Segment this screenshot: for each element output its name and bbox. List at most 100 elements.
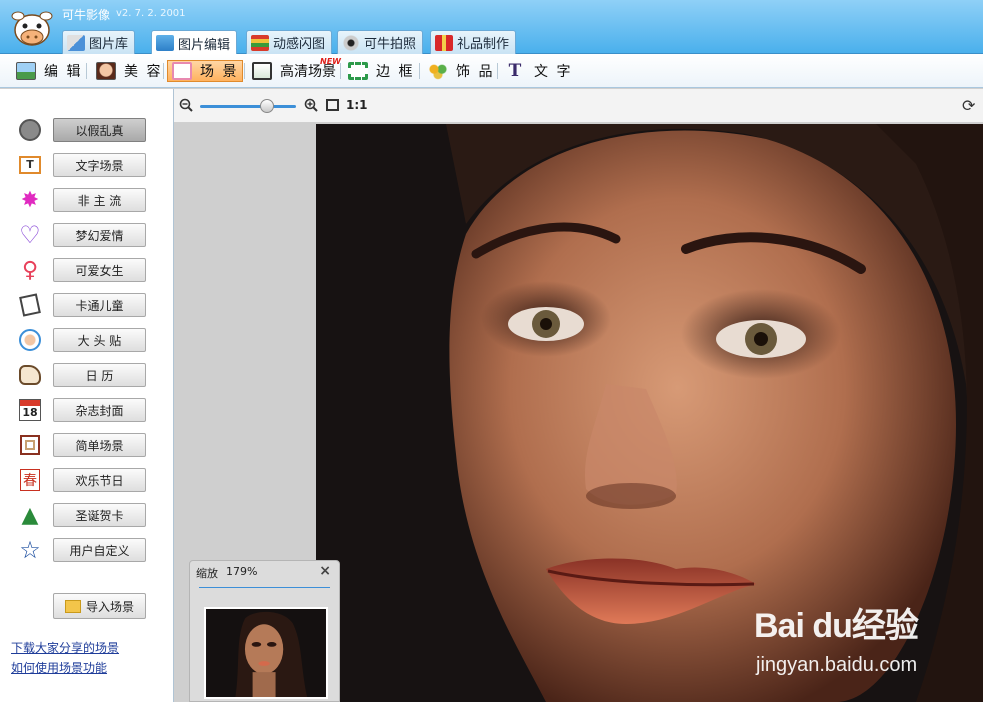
zoom-slider-thumb[interactable] <box>260 99 275 113</box>
navigator-thumbnail[interactable] <box>204 607 328 699</box>
tab-camera[interactable]: 可牛拍照 <box>337 30 424 54</box>
scene-category-button[interactable]: 杂志封面 <box>53 398 146 422</box>
zoom-out-icon[interactable] <box>179 98 193 112</box>
scene-category-button[interactable]: 用户自定义 <box>53 538 146 562</box>
female-icon: ♀ <box>21 257 39 283</box>
gift-icon <box>435 34 453 51</box>
new-badge: NEW <box>320 57 341 66</box>
scene-category-button[interactable]: 圣诞贺卡 <box>53 503 146 527</box>
border-frame-icon <box>348 62 368 80</box>
toolbar-divider <box>244 63 245 79</box>
zoom-in-icon[interactable] <box>304 98 318 112</box>
tool-label: 美 容 <box>124 64 163 80</box>
scene-category-row: 大 头 贴 <box>0 325 174 355</box>
scene-category-row: T 文字场景 <box>0 150 174 180</box>
scene-category-button[interactable]: 梦幻爱情 <box>53 223 146 247</box>
film-strip-icon <box>251 34 269 51</box>
gallery-icon <box>67 34 85 51</box>
toolbar-divider <box>419 63 420 79</box>
tool-beauty[interactable]: 美 容 <box>92 60 166 82</box>
scene-category-button[interactable]: 卡通儿童 <box>53 293 146 317</box>
app-version: v2. 7. 2. 2001 <box>116 8 186 19</box>
navigator-zoom-level: 179% <box>226 565 258 578</box>
scene-category-button[interactable]: 大 头 贴 <box>53 328 146 352</box>
scene-category-row: 卡通儿童 <box>0 290 174 320</box>
edit-picture-icon <box>16 62 36 80</box>
navigator-title: 缩放 <box>196 567 218 580</box>
title-bar: 可牛影像 v2. 7. 2. 2001 图片库 图片编辑 动感闪图 可牛拍照 礼… <box>0 0 983 55</box>
fit-window-icon[interactable] <box>326 99 339 111</box>
scene-frame-icon <box>172 62 192 80</box>
tool-label: 文 字 <box>534 64 573 80</box>
book-icon <box>17 293 43 317</box>
cow-logo-icon <box>11 11 53 46</box>
tool-label: 边 框 <box>376 64 415 80</box>
toolbar-divider <box>86 63 87 79</box>
scene-category-row: 18 杂志封面 <box>0 395 174 425</box>
tool-label: 饰 品 <box>456 64 495 80</box>
import-scene-button[interactable]: 导入场景 <box>53 593 146 619</box>
toolbar-divider <box>497 63 498 79</box>
scene-category-row: 以假乱真 <box>0 115 174 145</box>
zoom-toolbar: 1:1 ⟳ <box>174 89 983 123</box>
thumbnail-portrait <box>206 609 326 697</box>
tool-scene[interactable]: 场 景 <box>167 60 244 82</box>
scene-category-row: 春欢乐节日 <box>0 465 174 495</box>
tab-flash-image[interactable]: 动感闪图 <box>246 30 333 54</box>
scene-category-row: 简单场景 <box>0 430 174 460</box>
face-icon <box>96 62 116 80</box>
import-scene-label: 导入场景 <box>85 599 134 614</box>
tab-label: 可牛拍照 <box>364 37 417 52</box>
frame-icon <box>17 433 43 457</box>
tool-edit[interactable]: 编 辑 <box>12 60 86 82</box>
rotate-icon[interactable]: ⟳ <box>962 98 978 114</box>
download-shared-scenes-link[interactable]: 下载大家分享的场景 <box>11 639 119 656</box>
scene-category-row: ☆ 用户自定义 <box>0 535 174 565</box>
edit-toolbar: 编 辑 美 容 场 景 高清场景 边 框 饰 品 T 文 字 <box>0 54 983 88</box>
mask-icon <box>17 118 43 142</box>
tab-photo-edit[interactable]: 图片编辑 <box>151 30 238 55</box>
folder-import-icon <box>64 599 81 613</box>
photo-sticker-icon <box>17 328 43 352</box>
heart-icon: ♡ <box>19 221 41 249</box>
calendar-icon: 18 <box>17 398 43 422</box>
scene-category-row: ♡ 梦幻爱情 <box>0 220 174 250</box>
scene-category-row: ♀ 可爱女生 <box>0 255 174 285</box>
tool-border[interactable]: 边 框 <box>344 60 418 82</box>
scene-category-button[interactable]: 日 历 <box>53 363 146 387</box>
watermark-brand: Bai du经验 <box>754 607 919 645</box>
webcam-icon <box>342 34 360 51</box>
scene-category-button[interactable]: 文字场景 <box>53 153 146 177</box>
tool-accessory[interactable]: 饰 品 <box>424 60 498 82</box>
clover-icon <box>428 62 448 80</box>
tab-gallery[interactable]: 图片库 <box>62 30 136 54</box>
scene-category-row: ✸ 非 主 流 <box>0 185 174 215</box>
navigator-close-button[interactable]: × <box>319 563 331 579</box>
scene-help-link[interactable]: 如何使用场景功能 <box>11 659 107 676</box>
hd-scene-icon <box>252 62 272 80</box>
app-title: 可牛影像 <box>62 8 111 22</box>
dog-icon <box>17 363 43 387</box>
scene-category-button[interactable]: 非 主 流 <box>53 188 146 212</box>
scene-category-row: 日 历 <box>0 360 174 390</box>
scene-category-button[interactable]: 可爱女生 <box>53 258 146 282</box>
tab-label: 动感闪图 <box>273 37 326 52</box>
tool-label: 场 景 <box>200 64 239 80</box>
tab-label: 图片库 <box>89 37 129 52</box>
tab-label: 图片编辑 <box>178 37 231 53</box>
navigator-divider <box>199 587 330 588</box>
scene-category-button[interactable]: 欢乐节日 <box>53 468 146 492</box>
spring-festival-icon: 春 <box>17 468 43 492</box>
text-scene-icon: T <box>17 153 43 177</box>
toolbar-divider <box>163 63 164 79</box>
navigator-panel: 缩放 179% × <box>189 560 340 702</box>
christmas-tree-icon: ▲ <box>21 502 39 528</box>
scene-category-button[interactable]: 以假乱真 <box>53 118 146 142</box>
scene-category-row: ▲ 圣诞贺卡 <box>0 500 174 530</box>
tool-text[interactable]: T 文 字 <box>502 60 576 82</box>
scene-category-button[interactable]: 简单场景 <box>53 433 146 457</box>
tab-gift[interactable]: 礼品制作 <box>430 30 517 54</box>
text-t-icon: T <box>508 61 524 81</box>
actual-size-button[interactable]: 1:1 <box>346 98 368 112</box>
zoom-slider-track[interactable] <box>200 105 296 108</box>
